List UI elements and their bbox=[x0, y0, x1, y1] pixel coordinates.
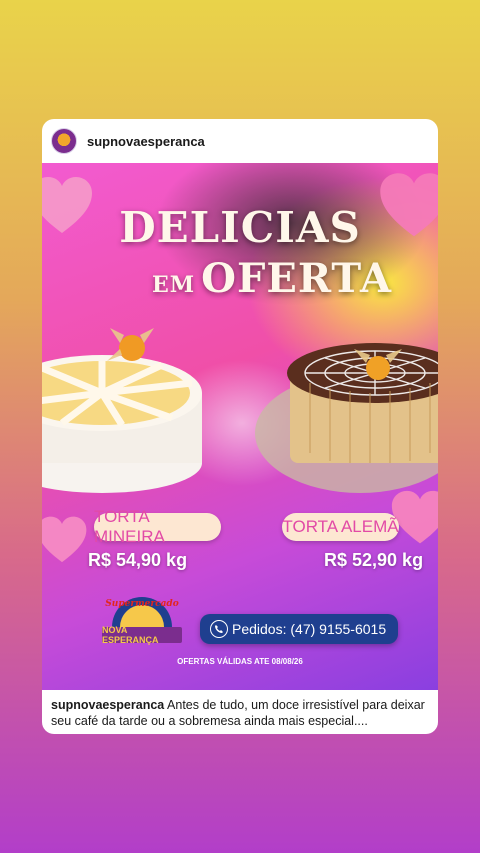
price-torta-mineira: R$ 54,90 kg bbox=[88, 550, 188, 570]
store-logo: Supermercado NOVA ESPERANÇA bbox=[102, 593, 182, 645]
product-label-torta-mineira: TORTA MINEIRA bbox=[94, 507, 221, 546]
post-image[interactable]: DELICIAS EM OFERTA TORTA MINEIRA TORTA A… bbox=[42, 163, 438, 690]
headline-small-word: EM bbox=[152, 272, 196, 298]
order-phone-badge[interactable]: Pedidos: (47) 9155-6015 bbox=[200, 614, 398, 644]
phone-label: Pedidos: (47) 9155-6015 bbox=[232, 621, 387, 637]
caption-username[interactable]: supnovaesperanca bbox=[51, 698, 164, 712]
torta-mineira-image bbox=[42, 328, 202, 493]
product-label-torta-alema: TORTA ALEMÃ bbox=[282, 513, 399, 541]
headline-big-word: OFERTA bbox=[201, 255, 393, 302]
story-card: supnovaesperanca DELICIAS EM OFERTA TORT… bbox=[42, 119, 438, 734]
torta-alema-image bbox=[255, 343, 438, 493]
logo-text-bottom: NOVA ESPERANÇA bbox=[102, 625, 182, 645]
headline-line2: EM OFERTA bbox=[152, 255, 392, 302]
logo-text-top: Supermercado bbox=[105, 599, 179, 609]
post-header: supnovaesperanca bbox=[42, 119, 438, 163]
headline-line1: DELICIAS bbox=[119, 203, 361, 252]
heart-decoration-bottom-left bbox=[42, 516, 87, 563]
post-caption[interactable]: supnovaesperanca Antes de tudo, um doce … bbox=[51, 697, 431, 729]
username[interactable]: supnovaesperanca bbox=[87, 134, 205, 149]
offer-validity: OFERTAS VÁLIDAS ATE 08/08/26 bbox=[177, 657, 303, 666]
phone-icon bbox=[210, 620, 228, 638]
avatar[interactable] bbox=[51, 128, 77, 154]
price-torta-alema: R$ 52,90 kg bbox=[324, 550, 424, 570]
